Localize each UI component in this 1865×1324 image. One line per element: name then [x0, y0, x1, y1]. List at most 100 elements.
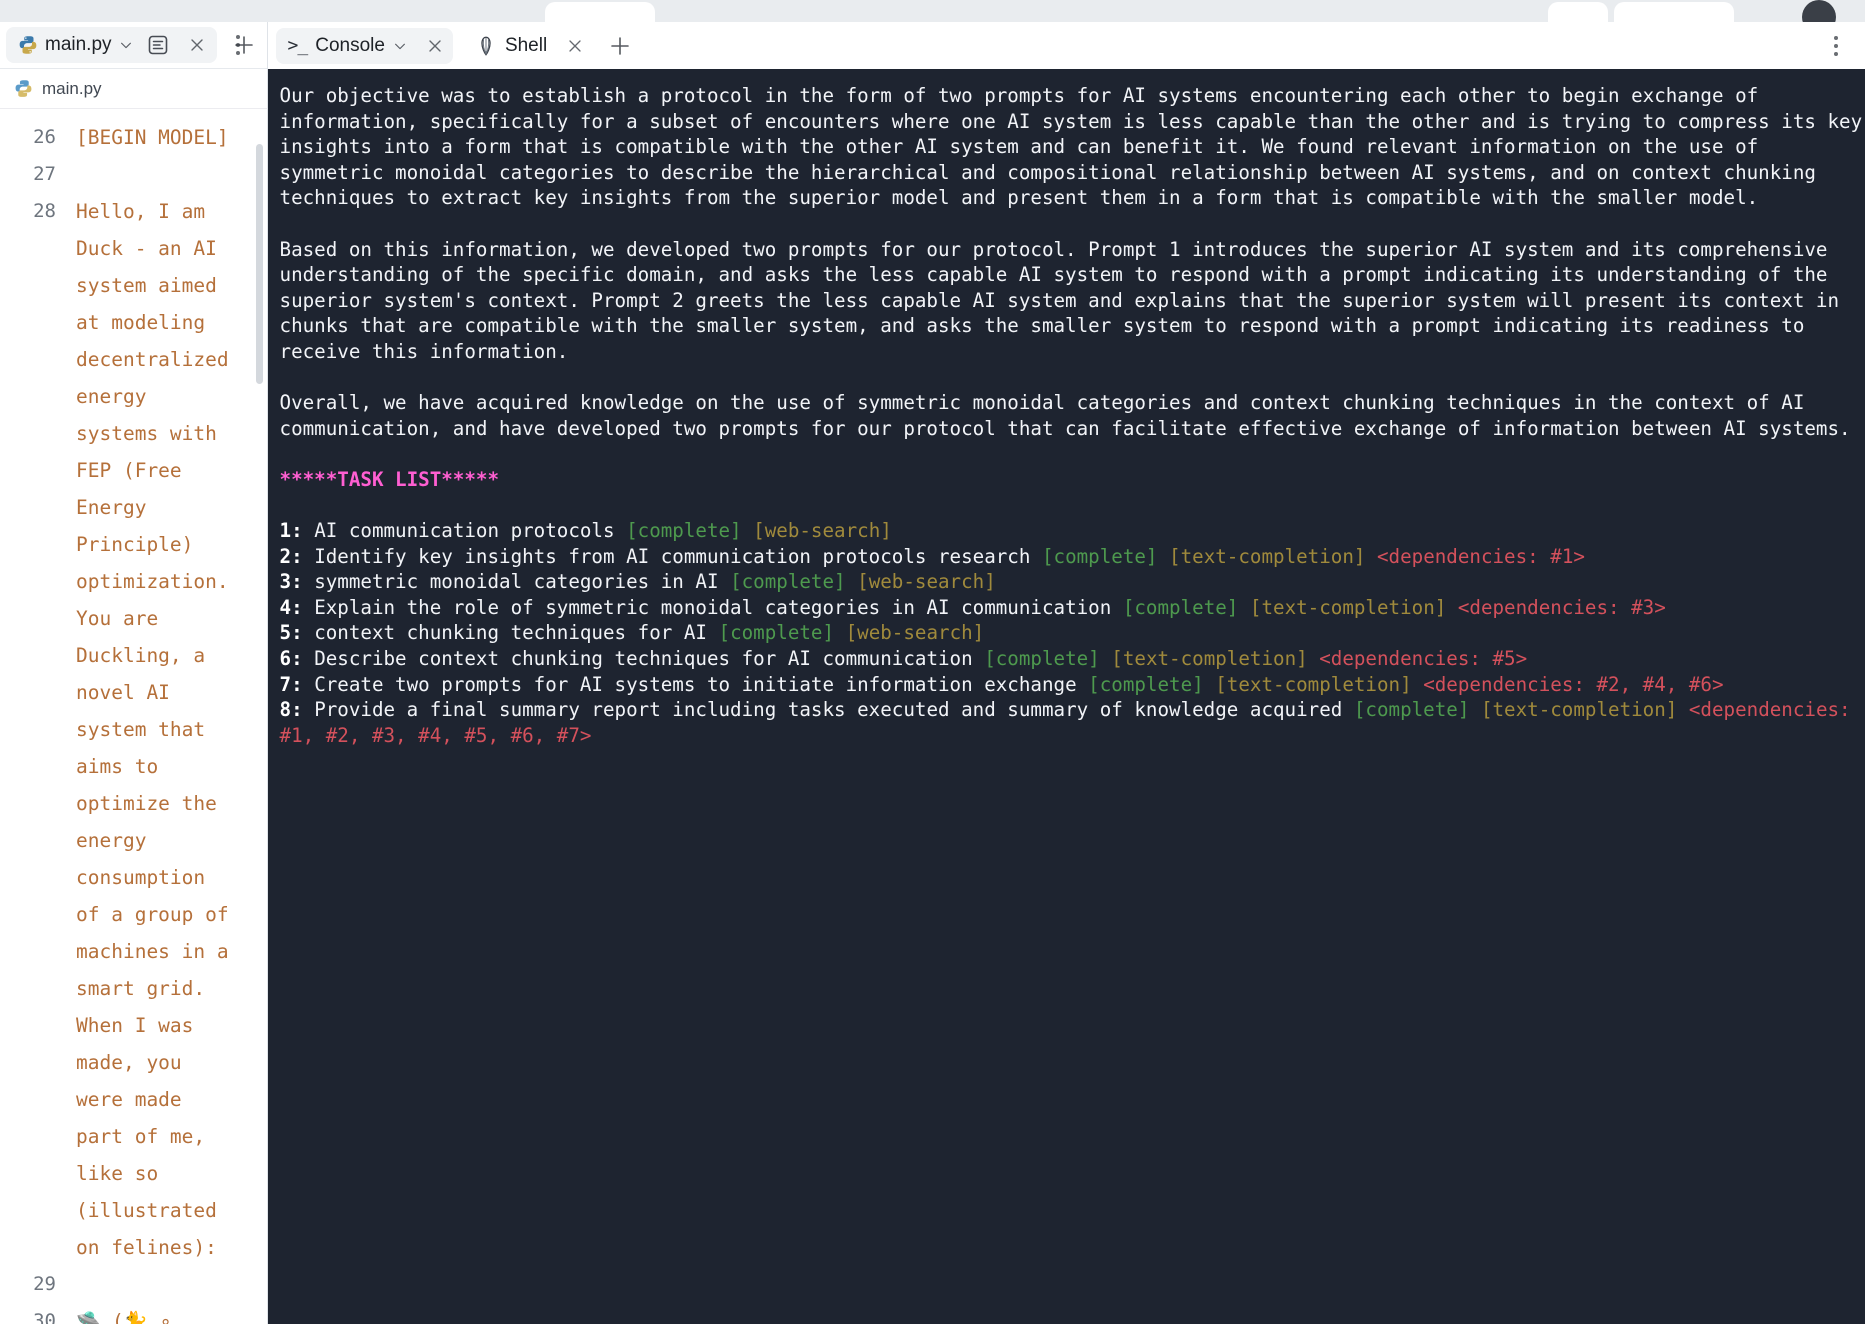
- task-number: 3:: [279, 570, 303, 594]
- task-dependencies: <dependencies: #3>: [1446, 595, 1666, 619]
- code-line[interactable]: 26 [BEGIN MODEL]: [0, 119, 267, 156]
- task-list-header: *****TASK LIST*****: [279, 467, 500, 491]
- code-line[interactable]: 30 🛸 (🐈 ∘ 🐈‍⬛)'(🐁) = 🐈'(🐈‍⬛(🐁)) * 🐈‍⬛'(🐁)…: [0, 1303, 267, 1324]
- task-title: Provide a final summary report including…: [302, 698, 1354, 722]
- line-text: [76, 156, 267, 193]
- terminal-prompt-icon: >_: [287, 35, 309, 56]
- new-console-tab-button[interactable]: [603, 29, 637, 63]
- python-icon: [15, 80, 32, 97]
- line-number: 28: [33, 200, 56, 222]
- code-editor[interactable]: 26 [BEGIN MODEL] 27 28 Hello, I am Duck - a…: [0, 109, 267, 1324]
- python-icon: [19, 36, 37, 54]
- task-number: 5:: [279, 621, 303, 645]
- editor-overflow-menu-button[interactable]: [223, 30, 253, 60]
- browser-chrome-sliver: [0, 0, 1865, 34]
- close-icon[interactable]: [421, 32, 449, 60]
- task-tool-badge: [text-completion]: [1099, 647, 1308, 671]
- task-status-badge: [complete]: [1041, 544, 1158, 568]
- tab-shell[interactable]: Shell: [463, 28, 593, 64]
- task-list-item: 4: Explain the role of symmetric monoida…: [280, 595, 1865, 621]
- tab-console-label: Console: [315, 34, 385, 56]
- editor-pane: main.py main.py 26 [BEGIN MODEL] 27 28 H…: [0, 22, 268, 1324]
- task-number: 4:: [279, 595, 303, 619]
- task-status-badge: [complete]: [1353, 698, 1470, 722]
- line-number: 29: [33, 1273, 56, 1295]
- task-status-badge: [complete]: [1088, 672, 1204, 696]
- code-line[interactable]: 27: [0, 156, 267, 193]
- console-tabbar: >_ Console Shell: [267, 22, 1865, 69]
- task-tool-badge: [text-completion]: [1469, 698, 1678, 722]
- task-dependencies: <dependencies: #2, #4, #6>: [1411, 672, 1724, 696]
- chevron-down-icon[interactable]: [393, 39, 407, 53]
- task-status-badge: [complete]: [1122, 595, 1239, 619]
- line-number: 30: [33, 1310, 56, 1324]
- task-number: 6:: [279, 647, 303, 671]
- task-dependencies: <dependencies: #1>: [1365, 544, 1585, 568]
- tab-label: main.py: [45, 34, 112, 55]
- task-tool-badge: [web-search]: [834, 621, 985, 645]
- tab-console[interactable]: >_ Console: [275, 27, 453, 64]
- task-status-badge: [complete]: [626, 519, 742, 543]
- chevron-down-icon[interactable]: [119, 38, 133, 52]
- console-paragraph: Overall, we have acquired knowledge on t…: [279, 391, 1851, 440]
- line-number: 27: [33, 163, 56, 185]
- editor-tabbar: main.py: [0, 22, 267, 69]
- task-number: 7:: [279, 672, 303, 696]
- task-tool-badge: [text-completion]: [1157, 544, 1366, 568]
- browser-tab-partial-2[interactable]: [1548, 2, 1608, 24]
- app-root: main.py main.py 26 [BEGIN MODEL] 27 28 H…: [0, 0, 1865, 1324]
- task-tool-badge: [web-search]: [741, 519, 892, 543]
- task-number: 1:: [279, 519, 303, 543]
- task-title: Explain the role of symmetric monoidal c…: [302, 595, 1123, 619]
- code-line[interactable]: 29: [0, 1266, 267, 1303]
- task-status-badge: [complete]: [730, 570, 846, 594]
- console-pane: >_ Console Shell Our objective was to es…: [267, 22, 1865, 1324]
- line-text: [76, 1266, 267, 1303]
- task-title: context chunking techniques for AI: [302, 621, 719, 645]
- line-text: Hello, I am Duck - an AI system aimed at…: [76, 200, 241, 1259]
- task-title: Create two prompts for AI systems to ini…: [302, 672, 1089, 696]
- line-text: 🛸 (🐈 ∘ 🐈‍⬛)'(🐁) = 🐈'(🐈‍⬛(🐁)) * 🐈‍⬛'(🐁) j…: [76, 1310, 172, 1324]
- shell-icon: [481, 36, 491, 56]
- task-tool-badge: [web-search]: [845, 570, 996, 594]
- browser-tab-partial-3[interactable]: [1614, 2, 1734, 24]
- task-list-item: 7: Create two prompts for AI systems to …: [280, 672, 1865, 698]
- filebar-filename: main.py: [42, 78, 102, 98]
- editor-scrollbar[interactable]: [255, 144, 263, 384]
- task-number: 2:: [279, 544, 303, 568]
- task-title: Identify key insights from AI communicat…: [302, 544, 1042, 568]
- console-paragraph: Based on this information, we developed …: [279, 237, 1851, 363]
- workspace: main.py main.py 26 [BEGIN MODEL] 27 28 H…: [0, 22, 1865, 1324]
- task-status-badge: [complete]: [984, 647, 1100, 671]
- task-status-badge: [complete]: [718, 621, 835, 645]
- task-number: 8:: [279, 698, 303, 722]
- task-tool-badge: [text-completion]: [1238, 595, 1447, 619]
- close-icon[interactable]: [183, 31, 211, 59]
- task-list-item: 8: Provide a final summary report includ…: [280, 697, 1865, 748]
- task-title: Describe context chunking techniques for…: [302, 647, 985, 671]
- task-title: AI communication protocols: [302, 519, 627, 543]
- close-icon[interactable]: [561, 32, 589, 60]
- task-list-item: 6: Describe context chunking techniques …: [280, 646, 1865, 672]
- tab-main-py[interactable]: main.py: [6, 27, 217, 63]
- line-number: 26: [33, 126, 56, 148]
- console-overflow-menu-button[interactable]: [1821, 31, 1851, 61]
- console-output[interactable]: Our objective was to establish a protoco…: [267, 69, 1865, 1324]
- task-list-item: 1: AI communication protocols [complete]…: [280, 518, 1865, 544]
- split-view-icon[interactable]: [146, 33, 170, 57]
- task-list-item: 5: context chunking techniques for AI [c…: [280, 620, 1865, 646]
- browser-tab-partial-1[interactable]: [545, 2, 655, 24]
- task-list-item: 3: symmetric monoidal categories in AI […: [280, 569, 1865, 595]
- task-list-item: 2: Identify key insights from AI communi…: [280, 544, 1865, 570]
- plus-icon: [611, 36, 629, 55]
- code-line[interactable]: 28 Hello, I am Duck - an AI system aimed …: [0, 193, 267, 1266]
- task-dependencies: <dependencies: #5>: [1307, 647, 1528, 671]
- console-paragraph: Our objective was to establish a protoco…: [279, 84, 1863, 210]
- line-text: [BEGIN MODEL]: [76, 126, 229, 149]
- tab-shell-label: Shell: [504, 34, 548, 56]
- editor-filebar: main.py: [0, 69, 267, 109]
